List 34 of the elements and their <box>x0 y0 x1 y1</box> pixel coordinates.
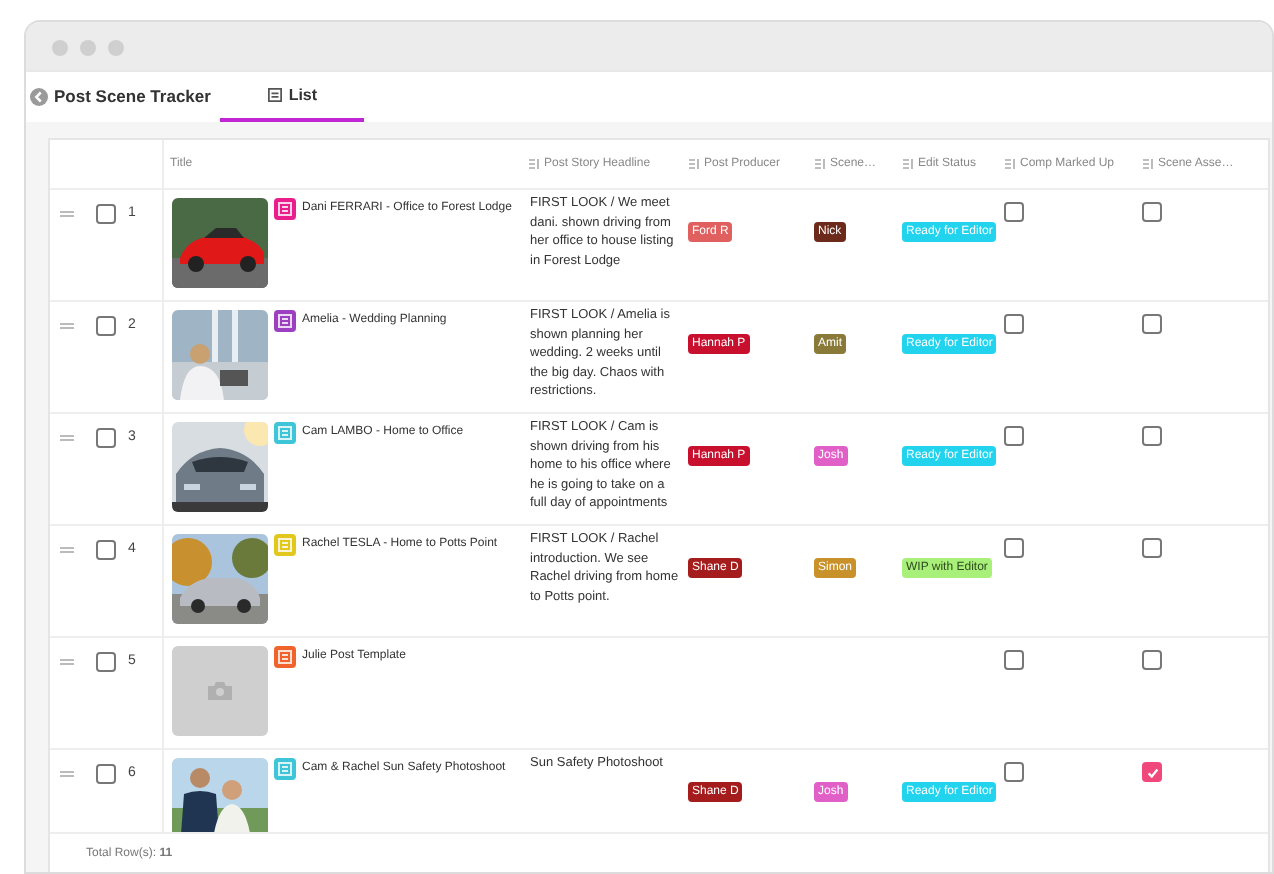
row-checkbox[interactable] <box>96 540 116 560</box>
checkbox[interactable] <box>1142 538 1162 558</box>
field-type-icon <box>688 158 700 170</box>
drag-handle-icon[interactable] <box>60 658 74 666</box>
row-checkbox[interactable] <box>96 652 116 672</box>
row-checkbox[interactable] <box>96 204 116 224</box>
row-checkbox[interactable] <box>96 764 116 784</box>
checkbox[interactable] <box>1142 650 1162 670</box>
drag-handle-icon[interactable] <box>60 322 74 330</box>
checkbox[interactable] <box>1004 426 1024 446</box>
field-type-icon <box>1142 158 1154 170</box>
checkbox[interactable] <box>1004 314 1024 334</box>
checkbox[interactable] <box>1142 314 1162 334</box>
checkbox[interactable] <box>1142 762 1162 782</box>
drag-handle-icon[interactable] <box>60 434 74 442</box>
drag-handle-icon[interactable] <box>60 770 74 778</box>
row-checkbox[interactable] <box>96 316 116 336</box>
row-checkbox[interactable] <box>96 428 116 448</box>
list-icon <box>268 88 283 102</box>
app-title: Post Scene Tracker <box>54 84 211 110</box>
drag-handle-icon[interactable] <box>60 210 74 218</box>
checkbox[interactable] <box>1142 426 1162 446</box>
field-type-icon <box>902 158 914 170</box>
checkbox[interactable] <box>1004 762 1024 782</box>
field-type-icon <box>814 158 826 170</box>
field-type-icon <box>528 158 540 170</box>
checkbox[interactable] <box>1004 650 1024 670</box>
field-type-icon <box>1004 158 1016 170</box>
camera-icon <box>208 682 232 700</box>
back-icon[interactable] <box>30 88 48 106</box>
checkbox[interactable] <box>1142 202 1162 222</box>
drag-handle-icon[interactable] <box>60 546 74 554</box>
checkbox[interactable] <box>1004 538 1024 558</box>
checkbox[interactable] <box>1004 202 1024 222</box>
